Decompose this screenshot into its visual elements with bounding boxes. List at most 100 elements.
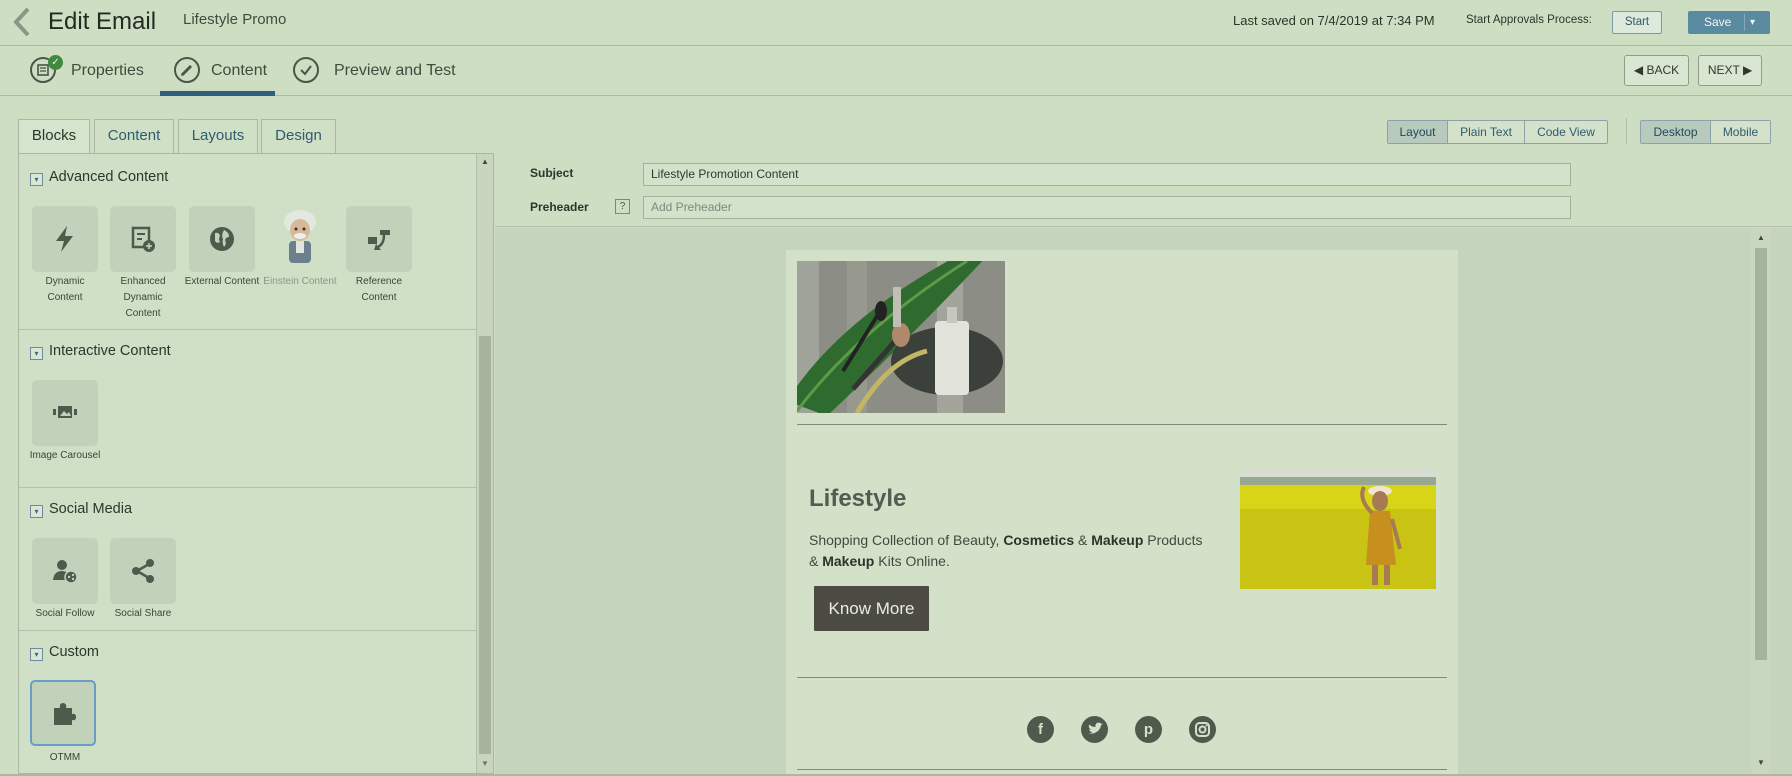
preheader-field[interactable]: Add Preheader — [643, 196, 1571, 219]
help-icon[interactable]: ? — [615, 199, 630, 214]
subject-label: Subject — [530, 166, 574, 180]
last-saved-status: Last saved on 7/4/2019 at 7:34 PM — [1233, 13, 1435, 28]
block-dynamic-content[interactable] — [32, 206, 98, 272]
email-divider — [797, 424, 1447, 425]
reference-icon — [368, 230, 390, 250]
collapse-toggle-icon[interactable]: ▾ — [30, 648, 43, 661]
view-plain-text[interactable]: Plain Text — [1448, 121, 1525, 143]
view-layout[interactable]: Layout — [1388, 121, 1448, 143]
pinterest-icon[interactable]: p — [1135, 716, 1162, 743]
woman-field-image[interactable] — [1240, 469, 1436, 589]
block-social-follow[interactable] — [32, 538, 98, 604]
collapse-toggle-icon[interactable]: ▾ — [30, 173, 43, 186]
view-mode-toggle: Layout Plain Text Code View — [1387, 120, 1608, 144]
block-label: External Content — [184, 276, 260, 287]
section-divider — [19, 487, 476, 488]
desc-bold-makeup: Makeup — [822, 553, 875, 569]
subject-field[interactable]: Lifestyle Promotion Content — [643, 163, 1571, 186]
approvals-label: Start Approvals Process: — [1466, 14, 1592, 26]
section-title: Social Media — [49, 501, 133, 517]
tab-blocks[interactable]: Blocks — [18, 119, 90, 154]
step-label: Properties — [71, 62, 144, 79]
step-label: Preview and Test — [334, 62, 456, 79]
collapse-toggle-icon[interactable]: ▾ — [30, 505, 43, 518]
block-label: Social Share — [114, 608, 172, 619]
twitter-icon[interactable] — [1081, 716, 1108, 743]
blocks-scrollbar[interactable]: ▲ ▼ — [476, 154, 493, 773]
image-carousel-icon — [53, 406, 77, 418]
email-divider — [797, 677, 1447, 678]
block-label: OTMM — [49, 752, 81, 763]
scroll-up-icon[interactable]: ▲ — [481, 157, 489, 166]
save-button[interactable]: Save ▾ — [1688, 11, 1770, 34]
bolt-icon — [56, 226, 73, 252]
instagram-icon[interactable] — [1189, 716, 1216, 743]
desc-bold-makeup: Makeup — [1091, 532, 1144, 548]
preheader-label: Preheader — [530, 200, 589, 214]
next-label: NEXT — [1707, 63, 1740, 77]
collapse-toggle-icon[interactable]: ▾ — [30, 347, 43, 360]
scroll-down-icon[interactable]: ▼ — [1757, 758, 1765, 767]
subject-area: Subject Lifestyle Promotion Content Preh… — [495, 153, 1792, 227]
block-enhanced-dynamic-content[interactable] — [110, 206, 176, 272]
scroll-down-icon[interactable]: ▼ — [481, 759, 489, 768]
desc-text: & — [809, 553, 823, 569]
block-reference-content[interactable] — [346, 206, 412, 272]
start-approvals-button[interactable]: Start — [1612, 11, 1662, 34]
know-more-button[interactable]: Know More — [814, 586, 929, 631]
desc-bold-cosmetics: Cosmetics — [1003, 532, 1075, 548]
email-heading: Lifestyle — [809, 485, 907, 512]
section-social-media[interactable]: ▾ Social Media — [30, 501, 132, 518]
block-social-share[interactable] — [110, 538, 176, 604]
completed-check-icon: ✓ — [48, 55, 63, 70]
back-chevron-icon[interactable] — [10, 6, 34, 38]
back-button[interactable]: ◀ BACK — [1624, 55, 1689, 86]
section-title: Advanced Content — [49, 169, 169, 185]
block-external-content[interactable] — [189, 206, 255, 272]
block-image-carousel[interactable] — [32, 380, 98, 446]
canvas-scrollbar[interactable]: ▲ ▼ — [1751, 228, 1771, 776]
block-label: Dynamic Content — [45, 276, 85, 303]
device-mobile[interactable]: Mobile — [1711, 121, 1770, 143]
share-icon — [132, 559, 154, 583]
section-advanced-content[interactable]: ▾ Advanced Content — [30, 169, 168, 186]
cosmetics-hero-image[interactable] — [797, 261, 1005, 413]
email-description: Shopping Collection of Beauty, Cosmetics… — [809, 530, 1229, 572]
document-plus-icon — [131, 226, 155, 252]
device-desktop[interactable]: Desktop — [1641, 121, 1711, 143]
toolbar-separator — [1626, 118, 1627, 144]
step-label: Content — [211, 62, 268, 79]
block-label: Image Carousel — [29, 450, 101, 461]
facebook-icon[interactable]: f — [1027, 716, 1054, 743]
next-button[interactable]: NEXT ▶ — [1698, 55, 1762, 86]
scrollbar-thumb[interactable] — [1755, 248, 1767, 660]
desc-text: Shopping Collection of Beauty, — [809, 532, 1004, 548]
tab-design[interactable]: Design — [261, 119, 336, 153]
scrollbar-thumb[interactable] — [479, 336, 491, 754]
email-preview: Lifestyle Shopping Collection of Beauty,… — [786, 250, 1458, 776]
header: Edit Email Lifestyle Promo Last saved on… — [0, 0, 1792, 46]
tab-layouts[interactable]: Layouts — [178, 119, 258, 153]
desc-text: & — [1074, 532, 1092, 548]
block-otmm[interactable] — [30, 680, 96, 746]
blocks-panel: ▾ Advanced Content Dynamic Content Enhanc… — [18, 153, 494, 774]
block-einstein-content — [267, 206, 333, 272]
puzzle-icon — [54, 703, 76, 725]
active-step-indicator — [160, 91, 275, 96]
save-separator — [1744, 14, 1745, 31]
section-custom[interactable]: ▾ Custom — [30, 644, 99, 661]
scroll-up-icon[interactable]: ▲ — [1757, 233, 1765, 242]
tab-content[interactable]: Content — [94, 119, 174, 153]
einstein-icon — [284, 210, 316, 263]
email-canvas: Lifestyle Shopping Collection of Beauty,… — [495, 228, 1792, 776]
section-divider — [19, 329, 476, 330]
section-interactive-content[interactable]: ▾ Interactive Content — [30, 343, 171, 360]
view-code-view[interactable]: Code View — [1525, 121, 1607, 143]
device-mode-toggle: Desktop Mobile — [1640, 120, 1771, 144]
save-dropdown-icon[interactable]: ▾ — [1750, 11, 1755, 34]
block-label: Social Follow — [35, 608, 95, 619]
email-divider — [797, 769, 1447, 770]
section-title: Interactive Content — [49, 343, 171, 359]
globe-icon — [210, 227, 234, 251]
page-subtitle: Lifestyle Promo — [183, 11, 287, 28]
